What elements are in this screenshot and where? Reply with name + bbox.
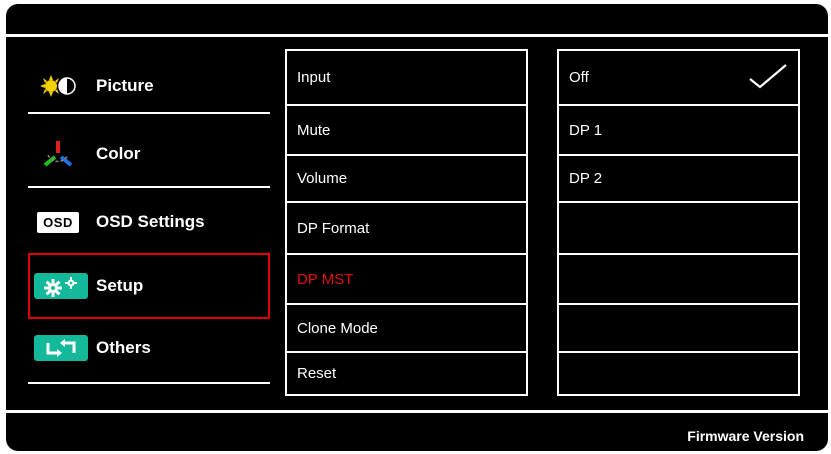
value-dp1[interactable]: DP 1 xyxy=(559,104,798,154)
osd-window: Picture Color OSD OSD Settings Setup Oth… xyxy=(6,4,828,451)
options-column: Input Mute Volume DP Format DP MST Clone… xyxy=(285,49,528,396)
option-clone-mode[interactable]: Clone Mode xyxy=(287,303,526,351)
menu-label-setup: Setup xyxy=(96,276,144,295)
menu-separator xyxy=(28,186,270,188)
osd-badge: OSD xyxy=(37,211,79,233)
menu-label-picture: Picture xyxy=(96,76,154,95)
values-column: Off DP 1 DP 2 xyxy=(557,49,800,396)
value-empty xyxy=(559,351,798,394)
color-rgb-icon xyxy=(28,140,88,168)
menu-label-osd-settings: OSD Settings xyxy=(96,212,205,231)
option-dp-format[interactable]: DP Format xyxy=(287,201,526,253)
others-arrows-icon xyxy=(28,334,88,362)
menu-item-color[interactable]: Color xyxy=(28,124,270,184)
menu-item-setup[interactable]: Setup xyxy=(28,253,270,319)
menu-item-others[interactable]: Others xyxy=(28,318,270,378)
menu-separator xyxy=(28,112,270,114)
top-divider xyxy=(6,34,828,37)
menu-item-osd-settings[interactable]: OSD OSD Settings xyxy=(28,192,270,252)
menu-item-picture[interactable]: Picture xyxy=(28,56,270,116)
option-input[interactable]: Input xyxy=(287,51,526,104)
value-label-off: Off xyxy=(569,69,589,86)
menu-separator xyxy=(28,382,270,384)
menu-label-color: Color xyxy=(96,144,141,163)
value-off[interactable]: Off xyxy=(559,51,798,104)
value-empty xyxy=(559,253,798,303)
option-dp-mst[interactable]: DP MST xyxy=(287,253,526,303)
value-empty xyxy=(559,303,798,351)
setup-gears-icon xyxy=(28,272,88,300)
menu-label-others: Others xyxy=(96,338,151,357)
option-reset[interactable]: Reset xyxy=(287,351,526,394)
option-volume[interactable]: Volume xyxy=(287,154,526,201)
value-empty xyxy=(559,201,798,253)
osd-icon: OSD xyxy=(28,208,88,236)
picture-brightness-icon xyxy=(28,72,88,100)
option-mute[interactable]: Mute xyxy=(287,104,526,154)
bottom-divider xyxy=(6,410,828,413)
checkmark-icon xyxy=(748,63,788,93)
value-dp2[interactable]: DP 2 xyxy=(559,154,798,201)
firmware-version-label: Firmware Version xyxy=(687,428,804,444)
